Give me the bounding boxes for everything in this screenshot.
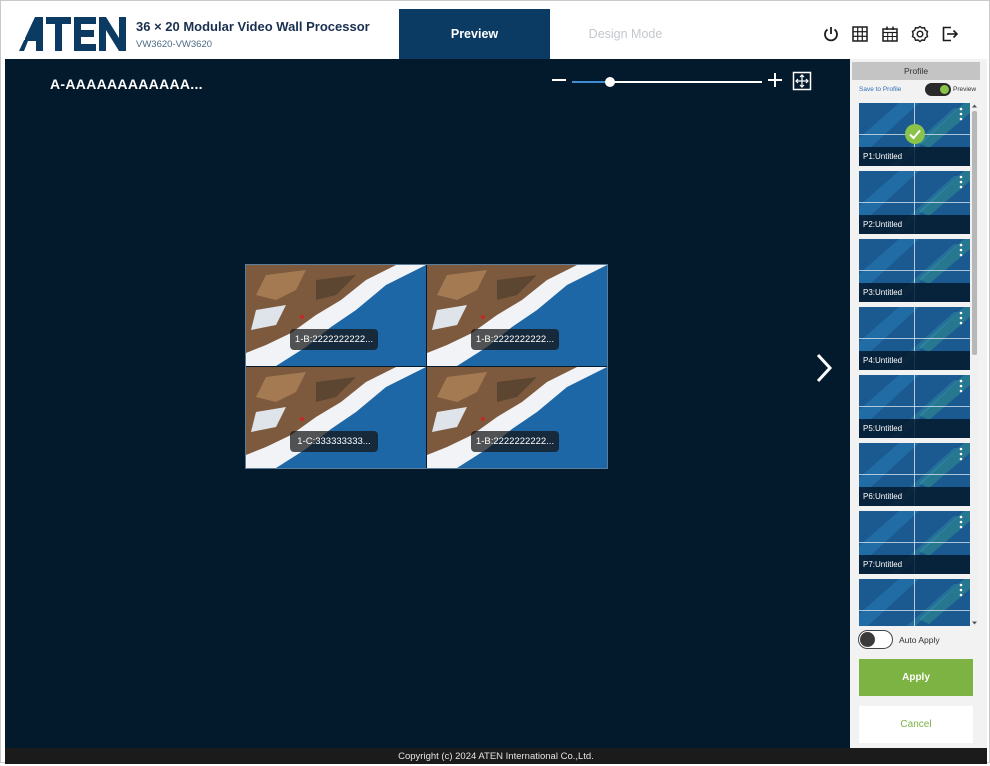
more-vertical-icon[interactable] (955, 378, 967, 394)
zoom-out-icon[interactable] (551, 72, 567, 88)
check-icon (905, 124, 925, 144)
calendar-icon[interactable] (880, 24, 900, 44)
mountain-image (246, 265, 426, 366)
zoom-in-icon[interactable] (767, 72, 783, 88)
zoom-slider[interactable] (572, 77, 762, 87)
cancel-button[interactable]: Cancel (859, 706, 973, 743)
power-icon[interactable] (821, 24, 841, 44)
mountain-image (246, 367, 426, 468)
profile-name: P5:Untitled (859, 419, 970, 438)
more-vertical-icon[interactable] (955, 514, 967, 530)
more-vertical-icon[interactable] (955, 310, 967, 326)
more-vertical-icon[interactable] (955, 446, 967, 462)
more-vertical-icon[interactable] (955, 106, 967, 122)
profile-card[interactable]: P7:Untitled (859, 511, 970, 574)
wall-screen[interactable]: 1-B:2222222222... (427, 265, 607, 366)
auto-apply-toggle[interactable] (858, 630, 893, 649)
profile-name: P3:Untitled (859, 283, 970, 302)
mountain-image (427, 265, 607, 366)
toggle-knob (860, 632, 875, 647)
tab-design-mode[interactable]: Design Mode (550, 9, 701, 59)
profile-scrollbar[interactable] (971, 103, 978, 626)
wall-screen[interactable]: 1-B:2222222222... (246, 265, 426, 366)
source-label: 1-B:2222222222... (471, 431, 559, 452)
mountain-image (427, 367, 607, 468)
preview-toggle-label: Preview (953, 86, 977, 93)
footer-copyright: Copyright (c) 2024 ATEN International Co… (5, 748, 987, 764)
wall-screen[interactable]: 1-C:333333333... (246, 367, 426, 468)
more-vertical-icon[interactable] (955, 242, 967, 258)
source-label: 1-C:333333333... (290, 431, 378, 452)
profile-card[interactable]: P3:Untitled (859, 239, 970, 302)
aten-logo (19, 17, 127, 51)
apply-button[interactable]: Apply (859, 659, 973, 696)
profile-card[interactable] (859, 579, 970, 626)
source-label: 1-B:2222222222... (290, 329, 378, 350)
more-vertical-icon[interactable] (955, 582, 967, 598)
profile-card[interactable]: P1:Untitled (859, 103, 970, 166)
logout-icon[interactable] (940, 24, 960, 44)
profile-name: P2:Untitled (859, 215, 970, 234)
profile-thumbnail (859, 579, 970, 626)
app-window: 36 × 20 Modular Video Wall Processor VW3… (0, 0, 990, 764)
profile-card[interactable]: P4:Untitled (859, 307, 970, 370)
scroll-up-icon[interactable] (971, 103, 978, 109)
profile-name: P4:Untitled (859, 351, 970, 370)
zoom-slider-handle[interactable] (605, 77, 615, 87)
profile-card[interactable]: P2:Untitled (859, 171, 970, 234)
profile-name: P6:Untitled (859, 487, 970, 506)
preview-canvas[interactable]: A-AAAAAAAAAAAA... 1-B:2222222222... 1-B:… (5, 59, 850, 748)
toggle-knob (940, 85, 949, 94)
chevron-right-icon[interactable] (813, 351, 835, 385)
fit-to-screen-icon[interactable] (792, 71, 812, 91)
video-wall: 1-B:2222222222... 1-B:2222222222... 1-C:… (245, 264, 608, 469)
profile-card[interactable]: P5:Untitled (859, 375, 970, 438)
settings-icon[interactable] (910, 24, 930, 44)
scroll-down-icon[interactable] (971, 620, 978, 626)
app-model-number: VW3620-VW3620 (136, 39, 213, 50)
more-vertical-icon[interactable] (955, 174, 967, 190)
auto-apply-label: Auto Apply (899, 635, 940, 645)
profile-card[interactable]: P6:Untitled (859, 443, 970, 506)
source-label: 1-B:2222222222... (471, 329, 559, 350)
profile-panel: Profile Save to Profile Preview P1:Untit… (850, 59, 987, 748)
app-title: 36 × 20 Modular Video Wall Processor (136, 19, 370, 34)
tab-preview[interactable]: Preview (399, 9, 550, 59)
preview-toggle[interactable] (925, 83, 951, 96)
profile-name: P1:Untitled (859, 147, 970, 166)
wall-screen[interactable]: 1-B:2222222222... (427, 367, 607, 468)
profile-list: P1:Untitled P2:Untitled P3:Untitled P4:Unti… (859, 103, 970, 626)
panel-title: Profile (852, 62, 980, 80)
grid-icon[interactable] (850, 24, 870, 44)
header-bar: 36 × 20 Modular Video Wall Processor VW3… (5, 9, 987, 59)
scroll-thumb[interactable] (972, 111, 977, 355)
profile-name: P7:Untitled (859, 555, 970, 574)
save-to-profile-link[interactable]: Save to Profile (859, 86, 901, 93)
layout-name: A-AAAAAAAAAAAA... (50, 76, 203, 92)
